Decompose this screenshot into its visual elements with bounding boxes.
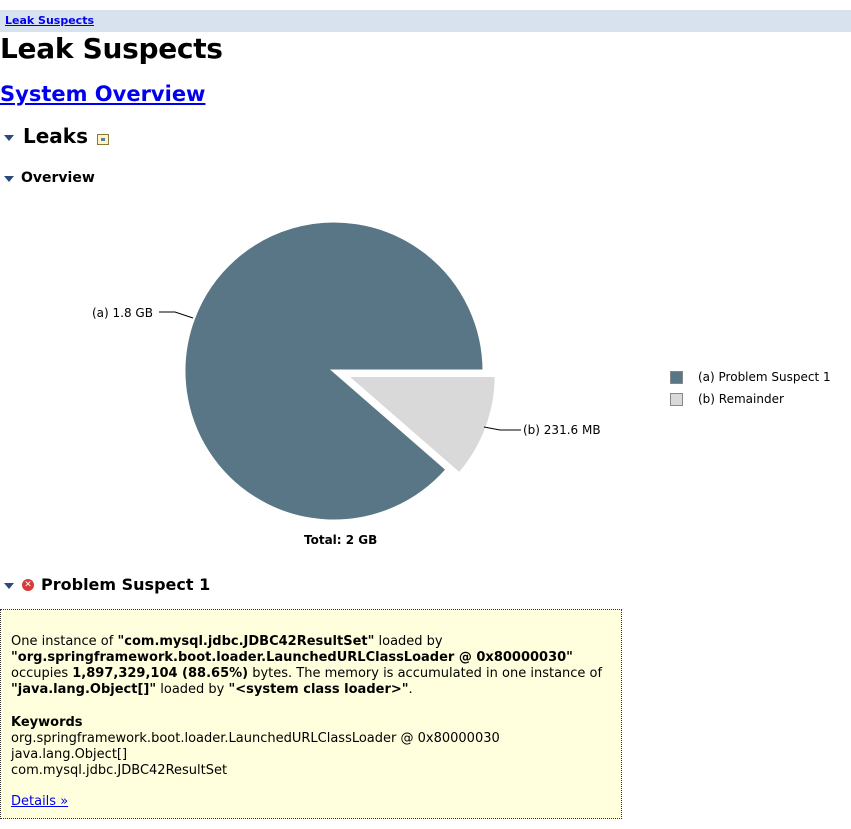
collapse-triangle-icon[interactable] (4, 176, 14, 182)
problem-suspect-heading: Problem Suspect 1 (41, 575, 211, 594)
keyword-item: java.lang.Object[] (11, 747, 128, 762)
desc-loader-name: "org.springframework.boot.loader.Launche… (11, 650, 573, 665)
breadcrumb-leak-suspects-link[interactable]: Leak Suspects (5, 14, 94, 27)
legend-item: (a) Problem Suspect 1 (670, 366, 831, 388)
pie-leader-line (483, 426, 521, 431)
desc-text: One instance of (11, 634, 118, 649)
overview-section-header: Overview (4, 170, 95, 186)
legend-swatch-b (670, 392, 683, 406)
desc-text: loaded by (156, 682, 229, 697)
keyword-item: com.mysql.jdbc.JDBC42ResultSet (11, 763, 228, 778)
legend-label: (a) Problem Suspect 1 (698, 370, 831, 384)
collapse-triangle-icon[interactable] (4, 134, 14, 141)
system-overview-link[interactable]: System Overview (0, 82, 205, 106)
desc-text: . (408, 682, 413, 697)
error-icon: ✕ (22, 578, 34, 591)
page-title: Leak Suspects (0, 32, 223, 65)
chart-total-label: Total: 2 GB (304, 533, 378, 547)
desc-text: loaded by (374, 634, 443, 649)
pie-slice-label: (b) 231.6 MB (523, 423, 601, 437)
legend-label: (b) Remainder (698, 392, 784, 406)
pie-slice-problem-suspect (182, 219, 486, 523)
problem-suspect-header: ✕ Problem Suspect 1 (4, 575, 210, 594)
details-icon[interactable] (97, 133, 110, 145)
legend-item: (b) Remainder (670, 388, 831, 410)
pie-slice-label: (a) 1.8 GB (92, 306, 153, 320)
legend-swatch-a (670, 370, 683, 384)
breadcrumb: Leak Suspects (0, 10, 851, 32)
desc-class-name: "java.lang.Object[]" (11, 682, 157, 697)
collapse-triangle-icon[interactable] (4, 583, 14, 589)
suspect-description: One instance of "com.mysql.jdbc.JDBC42Re… (11, 634, 611, 698)
desc-text: bytes. The memory is accumulated in one … (248, 666, 603, 681)
problem-suspect-box: One instance of "com.mysql.jdbc.JDBC42Re… (0, 609, 622, 819)
leaks-heading: Leaks (23, 124, 89, 148)
leaks-section-header: Leaks (4, 124, 110, 148)
desc-loader-name: "<system class loader>" (228, 682, 409, 697)
overview-heading: Overview (21, 170, 95, 186)
desc-text: occupies (11, 666, 73, 681)
keyword-item: org.springframework.boot.loader.Launched… (11, 731, 500, 746)
chart-legend: (a) Problem Suspect 1 (b) Remainder (670, 366, 831, 410)
details-link[interactable]: Details » (11, 794, 68, 810)
desc-bytes: 1,897,329,104 (88.65%) (72, 666, 249, 681)
desc-class-name: "com.mysql.jdbc.JDBC42ResultSet" (117, 634, 375, 649)
keywords-title: Keywords (11, 715, 83, 730)
pie-leader-line (159, 311, 194, 319)
